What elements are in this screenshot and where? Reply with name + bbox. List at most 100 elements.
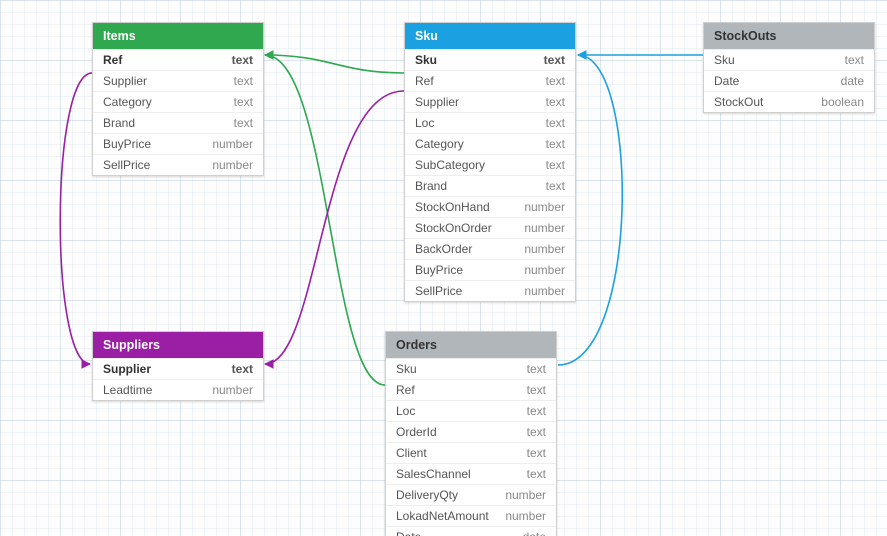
orders-ref-to-items-ref [265, 55, 385, 385]
field-row[interactable]: Categorytext [93, 91, 263, 112]
field-name: Supplier [415, 95, 546, 109]
field-type: date [523, 530, 546, 536]
field-row[interactable]: Reftext [93, 49, 263, 70]
field-type: number [505, 509, 546, 523]
field-row[interactable]: BuyPricenumber [405, 259, 575, 280]
field-row[interactable]: StockOnOrdernumber [405, 217, 575, 238]
sku-ref-to-items-ref [265, 55, 404, 73]
field-type: text [527, 362, 546, 376]
field-name: SubCategory [415, 158, 546, 172]
entity-title[interactable]: StockOuts [704, 23, 874, 49]
field-row[interactable]: SubCategorytext [405, 154, 575, 175]
field-row[interactable]: Brandtext [405, 175, 575, 196]
entity-sku[interactable]: SkuSkutextReftextSuppliertextLoctextCate… [404, 22, 576, 302]
entity-orders[interactable]: OrdersSkutextReftextLoctextOrderIdtextCl… [385, 331, 557, 536]
entity-stockouts[interactable]: StockOutsSkutextDatedateStockOutboolean [703, 22, 875, 113]
field-row[interactable]: Suppliertext [93, 358, 263, 379]
field-name: BuyPrice [103, 137, 212, 151]
field-name: LokadNetAmount [396, 509, 505, 523]
field-type: text [232, 362, 253, 376]
field-name: Ref [103, 53, 232, 67]
field-row[interactable]: Datedate [704, 70, 874, 91]
field-name: StockOut [714, 95, 821, 109]
entity-suppliers[interactable]: SuppliersSuppliertextLeadtimenumber [92, 331, 264, 401]
field-type: text [546, 95, 565, 109]
field-type: text [845, 53, 864, 67]
field-row[interactable]: StockOutboolean [704, 91, 874, 112]
field-name: Category [415, 137, 546, 151]
field-type: number [524, 221, 565, 235]
field-type: text [546, 158, 565, 172]
field-name: BackOrder [415, 242, 524, 256]
field-type: number [524, 284, 565, 298]
field-row[interactable]: SellPricenumber [93, 154, 263, 175]
field-type: text [527, 446, 546, 460]
field-type: text [546, 137, 565, 151]
field-name: Leadtime [103, 383, 212, 397]
field-row[interactable]: StockOnHandnumber [405, 196, 575, 217]
field-row[interactable]: BackOrdernumber [405, 238, 575, 259]
field-type: text [544, 53, 565, 67]
field-name: OrderId [396, 425, 527, 439]
field-row[interactable]: Suppliertext [93, 70, 263, 91]
field-row[interactable]: OrderIdtext [386, 421, 556, 442]
entity-title[interactable]: Items [93, 23, 263, 49]
field-type: text [232, 53, 253, 67]
field-type: text [527, 404, 546, 418]
field-row[interactable]: Skutext [405, 49, 575, 70]
field-name: Date [714, 74, 841, 88]
entity-items[interactable]: ItemsReftextSuppliertextCategorytextBran… [92, 22, 264, 176]
field-name: DeliveryQty [396, 488, 505, 502]
field-name: Brand [415, 179, 546, 193]
field-type: date [841, 74, 864, 88]
field-type: text [234, 95, 253, 109]
field-name: StockOnOrder [415, 221, 524, 235]
field-row[interactable]: Clienttext [386, 442, 556, 463]
field-row[interactable]: Categorytext [405, 133, 575, 154]
field-name: Sku [714, 53, 845, 67]
field-name: Loc [415, 116, 546, 130]
entity-title[interactable]: Sku [405, 23, 575, 49]
field-name: BuyPrice [415, 263, 524, 277]
field-row[interactable]: Brandtext [93, 112, 263, 133]
field-row[interactable]: Suppliertext [405, 91, 575, 112]
field-row[interactable]: Skutext [704, 49, 874, 70]
field-name: Client [396, 446, 527, 460]
field-name: Category [103, 95, 234, 109]
field-type: text [527, 383, 546, 397]
field-row[interactable]: SalesChanneltext [386, 463, 556, 484]
entity-title[interactable]: Orders [386, 332, 556, 358]
field-row[interactable]: Loctext [386, 400, 556, 421]
field-name: Loc [396, 404, 527, 418]
field-row[interactable]: Reftext [405, 70, 575, 91]
field-name: SalesChannel [396, 467, 527, 481]
items-supplier-to-suppliers [60, 73, 92, 364]
field-type: text [546, 179, 565, 193]
sku-supplier-to-suppliers [265, 91, 404, 364]
entity-title[interactable]: Suppliers [93, 332, 263, 358]
field-type: number [524, 200, 565, 214]
field-row[interactable]: BuyPricenumber [93, 133, 263, 154]
field-name: Sku [396, 362, 527, 376]
field-row[interactable]: SellPricenumber [405, 280, 575, 301]
field-row[interactable]: Reftext [386, 379, 556, 400]
field-type: number [505, 488, 546, 502]
field-row[interactable]: Skutext [386, 358, 556, 379]
field-type: boolean [821, 95, 864, 109]
field-name: Supplier [103, 74, 234, 88]
field-name: StockOnHand [415, 200, 524, 214]
field-type: text [527, 467, 546, 481]
field-row[interactable]: Datedate [386, 526, 556, 536]
field-type: text [546, 116, 565, 130]
field-name: Date [396, 530, 523, 536]
field-type: number [212, 137, 253, 151]
field-name: Supplier [103, 362, 232, 376]
field-row[interactable]: Leadtimenumber [93, 379, 263, 400]
field-name: Brand [103, 116, 234, 130]
field-row[interactable]: Loctext [405, 112, 575, 133]
diagram-canvas[interactable]: ItemsReftextSuppliertextCategorytextBran… [0, 0, 887, 536]
field-row[interactable]: DeliveryQtynumber [386, 484, 556, 505]
field-type: number [524, 242, 565, 256]
field-row[interactable]: LokadNetAmountnumber [386, 505, 556, 526]
field-type: text [234, 116, 253, 130]
